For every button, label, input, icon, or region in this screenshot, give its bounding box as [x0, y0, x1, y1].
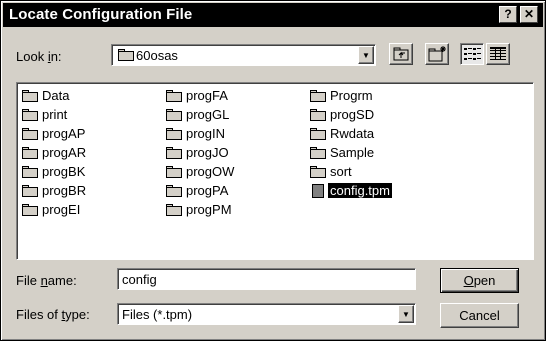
folder-item[interactable]: progPA: [166, 181, 234, 200]
file-type-dropdown[interactable]: Files (*.tpm) ▼: [117, 303, 416, 325]
folder-item[interactable]: Data: [22, 86, 86, 105]
file-column-3: Progrm progSD Rwdata Sample sort config.…: [310, 86, 392, 200]
title-bar[interactable]: Locate Configuration File ? ✕: [3, 3, 543, 27]
folder-icon: [118, 49, 134, 64]
look-in-label: Look in:: [16, 49, 62, 64]
folder-item[interactable]: progSD: [310, 105, 392, 124]
file-type-dropdown-button[interactable]: ▼: [398, 305, 414, 323]
folder-item[interactable]: progAP: [22, 124, 86, 143]
folder-item[interactable]: progBR: [22, 181, 86, 200]
folder-item[interactable]: progIN: [166, 124, 234, 143]
details-view-icon: [490, 47, 506, 60]
create-new-folder-button[interactable]: [425, 43, 449, 65]
folder-icon: [22, 203, 38, 216]
file-icon: [312, 183, 324, 198]
file-type-label: Files of type:: [16, 307, 90, 322]
folder-item[interactable]: sort: [310, 162, 392, 181]
folder-icon: [22, 165, 38, 178]
folder-icon: [166, 127, 182, 140]
folder-item[interactable]: progAR: [22, 143, 86, 162]
cancel-button[interactable]: Cancel: [440, 303, 519, 328]
details-view-button[interactable]: [486, 43, 510, 65]
file-column-1: Data print progAP progAR progBK progBR p…: [22, 86, 86, 219]
look-in-dropdown-button[interactable]: ▼: [358, 46, 374, 64]
folder-icon: [310, 89, 326, 102]
folder-icon: [22, 108, 38, 121]
look-in-dropdown[interactable]: 60osas ▼: [111, 44, 376, 66]
file-type-value: Files (*.tpm): [122, 307, 193, 322]
folder-icon: [166, 89, 182, 102]
folder-icon: [22, 89, 38, 102]
folder-icon: [166, 165, 182, 178]
folder-icon: [166, 203, 182, 216]
folder-item[interactable]: progPM: [166, 200, 234, 219]
folder-item[interactable]: progGL: [166, 105, 234, 124]
folder-item[interactable]: print: [22, 105, 86, 124]
folder-icon: [166, 108, 182, 121]
folder-item[interactable]: progEI: [22, 200, 86, 219]
file-name-label: File name:: [16, 273, 77, 288]
file-name-value: config: [122, 272, 157, 287]
folder-icon: [166, 146, 182, 159]
list-view-icon: [464, 48, 481, 60]
dialog-title: Locate Configuration File: [9, 6, 193, 23]
folder-item[interactable]: progBK: [22, 162, 86, 181]
folder-item[interactable]: Sample: [310, 143, 392, 162]
help-button[interactable]: ?: [499, 6, 517, 23]
up-one-level-button[interactable]: [389, 43, 413, 65]
look-in-value: 60osas: [136, 48, 178, 63]
up-folder-icon: [393, 47, 409, 61]
folder-icon: [22, 184, 38, 197]
folder-item[interactable]: Rwdata: [310, 124, 392, 143]
open-button[interactable]: Open: [440, 268, 519, 293]
file-list[interactable]: Data print progAP progAR progBK progBR p…: [16, 82, 534, 260]
file-column-2: progFA progGL progIN progJO progOW progP…: [166, 86, 234, 219]
folder-item[interactable]: progJO: [166, 143, 234, 162]
folder-icon: [22, 127, 38, 140]
folder-icon: [22, 146, 38, 159]
folder-item[interactable]: Progrm: [310, 86, 392, 105]
list-view-button[interactable]: [460, 43, 484, 65]
close-button[interactable]: ✕: [520, 6, 538, 23]
folder-item[interactable]: progFA: [166, 86, 234, 105]
locate-configuration-dialog: Locate Configuration File ? ✕ Look in: 6…: [0, 0, 546, 341]
selected-file-item[interactable]: config.tpm: [310, 181, 392, 200]
folder-icon: [310, 165, 326, 178]
new-folder-icon: [428, 46, 446, 62]
file-name-input[interactable]: config: [117, 268, 416, 290]
folder-icon: [310, 146, 326, 159]
folder-icon: [310, 127, 326, 140]
folder-icon: [310, 108, 326, 121]
folder-icon: [166, 184, 182, 197]
folder-item[interactable]: progOW: [166, 162, 234, 181]
